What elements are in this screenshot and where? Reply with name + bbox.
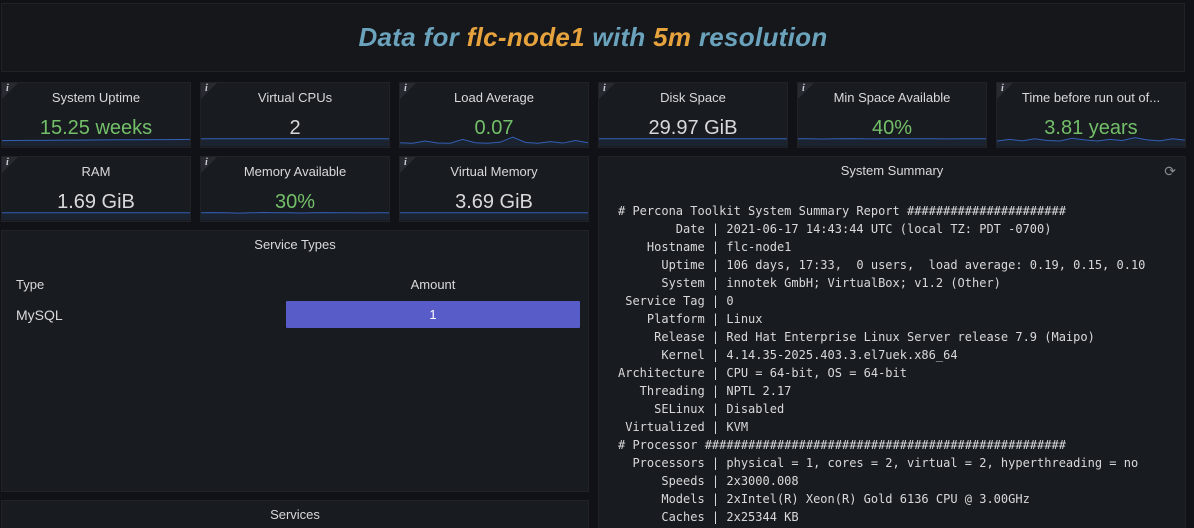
system-summary-panel: System Summary ⟳ # Percona Toolkit Syste… (598, 156, 1186, 528)
stat-value: 15.25 weeks (39, 117, 153, 139)
stat-value: 40% (871, 117, 913, 139)
stat-panel-min-space-available: i Min Space Available 40% (797, 82, 987, 148)
system-summary-text[interactable]: # Percona Toolkit System Summary Report … (599, 185, 1185, 526)
table-row: MySQL 1 (16, 301, 580, 328)
refresh-icon[interactable]: ⟳ (1164, 157, 1176, 185)
table-header-row: Type Amount (16, 277, 580, 292)
stat-title[interactable]: Memory Available (201, 164, 389, 179)
stat-title[interactable]: Time before run out of... (997, 90, 1185, 105)
dashboard-title-panel: Data for flc-node1 with 5m resolution (1, 3, 1185, 72)
info-icon[interactable]: i (997, 83, 1013, 99)
services-panel: Services (1, 500, 589, 528)
stat-panel-load-average: i Load Average 0.07 (399, 82, 589, 148)
stat-title[interactable]: Min Space Available (798, 90, 986, 105)
stat-title[interactable]: Virtual Memory (400, 164, 588, 179)
stat-title[interactable]: Virtual CPUs (201, 90, 389, 105)
service-types-panel: Service Types Type Amount MySQL 1 (1, 230, 589, 492)
stat-panel-virtual-cpus: i Virtual CPUs 2 (200, 82, 390, 148)
info-icon[interactable]: i (400, 83, 416, 99)
stat-title[interactable]: Load Average (400, 90, 588, 105)
info-icon[interactable]: i (2, 157, 18, 173)
stat-panel-memory-available: i Memory Available 30% (200, 156, 390, 222)
info-icon[interactable]: i (2, 83, 18, 99)
dashboard: Data for flc-node1 with 5m resolution i … (0, 0, 1194, 528)
stat-value: 3.81 years (1044, 117, 1138, 139)
title-prefix: Data for (358, 22, 460, 52)
service-types-panel-title[interactable]: Service Types (2, 231, 588, 259)
title-resolution: 5m (653, 22, 692, 52)
system-summary-panel-title: System Summary ⟳ (599, 157, 1185, 185)
stat-panel-system-uptime: i System Uptime 15.25 weeks (1, 82, 191, 148)
dashboard-title: Data for flc-node1 with 5m resolution (358, 22, 827, 53)
info-icon[interactable]: i (599, 83, 615, 99)
info-icon[interactable]: i (798, 83, 814, 99)
services-panel-title[interactable]: Services (2, 501, 588, 528)
stat-panel-time-before-run-out: i Time before run out of... 3.81 years (996, 82, 1186, 148)
stat-panel-disk-space: i Disk Space 29.97 GiB (598, 82, 788, 148)
service-amount-bar: 1 (286, 301, 580, 328)
column-header-amount[interactable]: Amount (286, 277, 580, 292)
info-icon[interactable]: i (201, 83, 217, 99)
title-node-name: flc-node1 (466, 22, 585, 52)
stat-title[interactable]: RAM (2, 164, 190, 179)
service-types-table: Type Amount MySQL 1 (2, 277, 588, 328)
stat-value: 30% (274, 191, 316, 213)
service-amount-cell: 1 (286, 301, 580, 328)
info-icon[interactable]: i (400, 157, 416, 173)
stat-title[interactable]: Disk Space (599, 90, 787, 105)
column-header-type[interactable]: Type (16, 277, 286, 292)
stat-value: 1.69 GiB (57, 191, 135, 213)
stat-title[interactable]: System Uptime (2, 90, 190, 105)
info-icon[interactable]: i (201, 157, 217, 173)
stat-value: 29.97 GiB (648, 117, 738, 139)
stat-value: 0.07 (474, 117, 514, 139)
stat-panel-ram: i RAM 1.69 GiB (1, 156, 191, 222)
title-middle: with (592, 22, 646, 52)
panel-title-text[interactable]: System Summary (841, 163, 944, 178)
title-suffix: resolution (698, 22, 828, 52)
stat-value: 3.69 GiB (455, 191, 533, 213)
stat-value: 2 (289, 117, 301, 139)
service-type-cell: MySQL (16, 306, 63, 323)
stat-panel-virtual-memory: i Virtual Memory 3.69 GiB (399, 156, 589, 222)
